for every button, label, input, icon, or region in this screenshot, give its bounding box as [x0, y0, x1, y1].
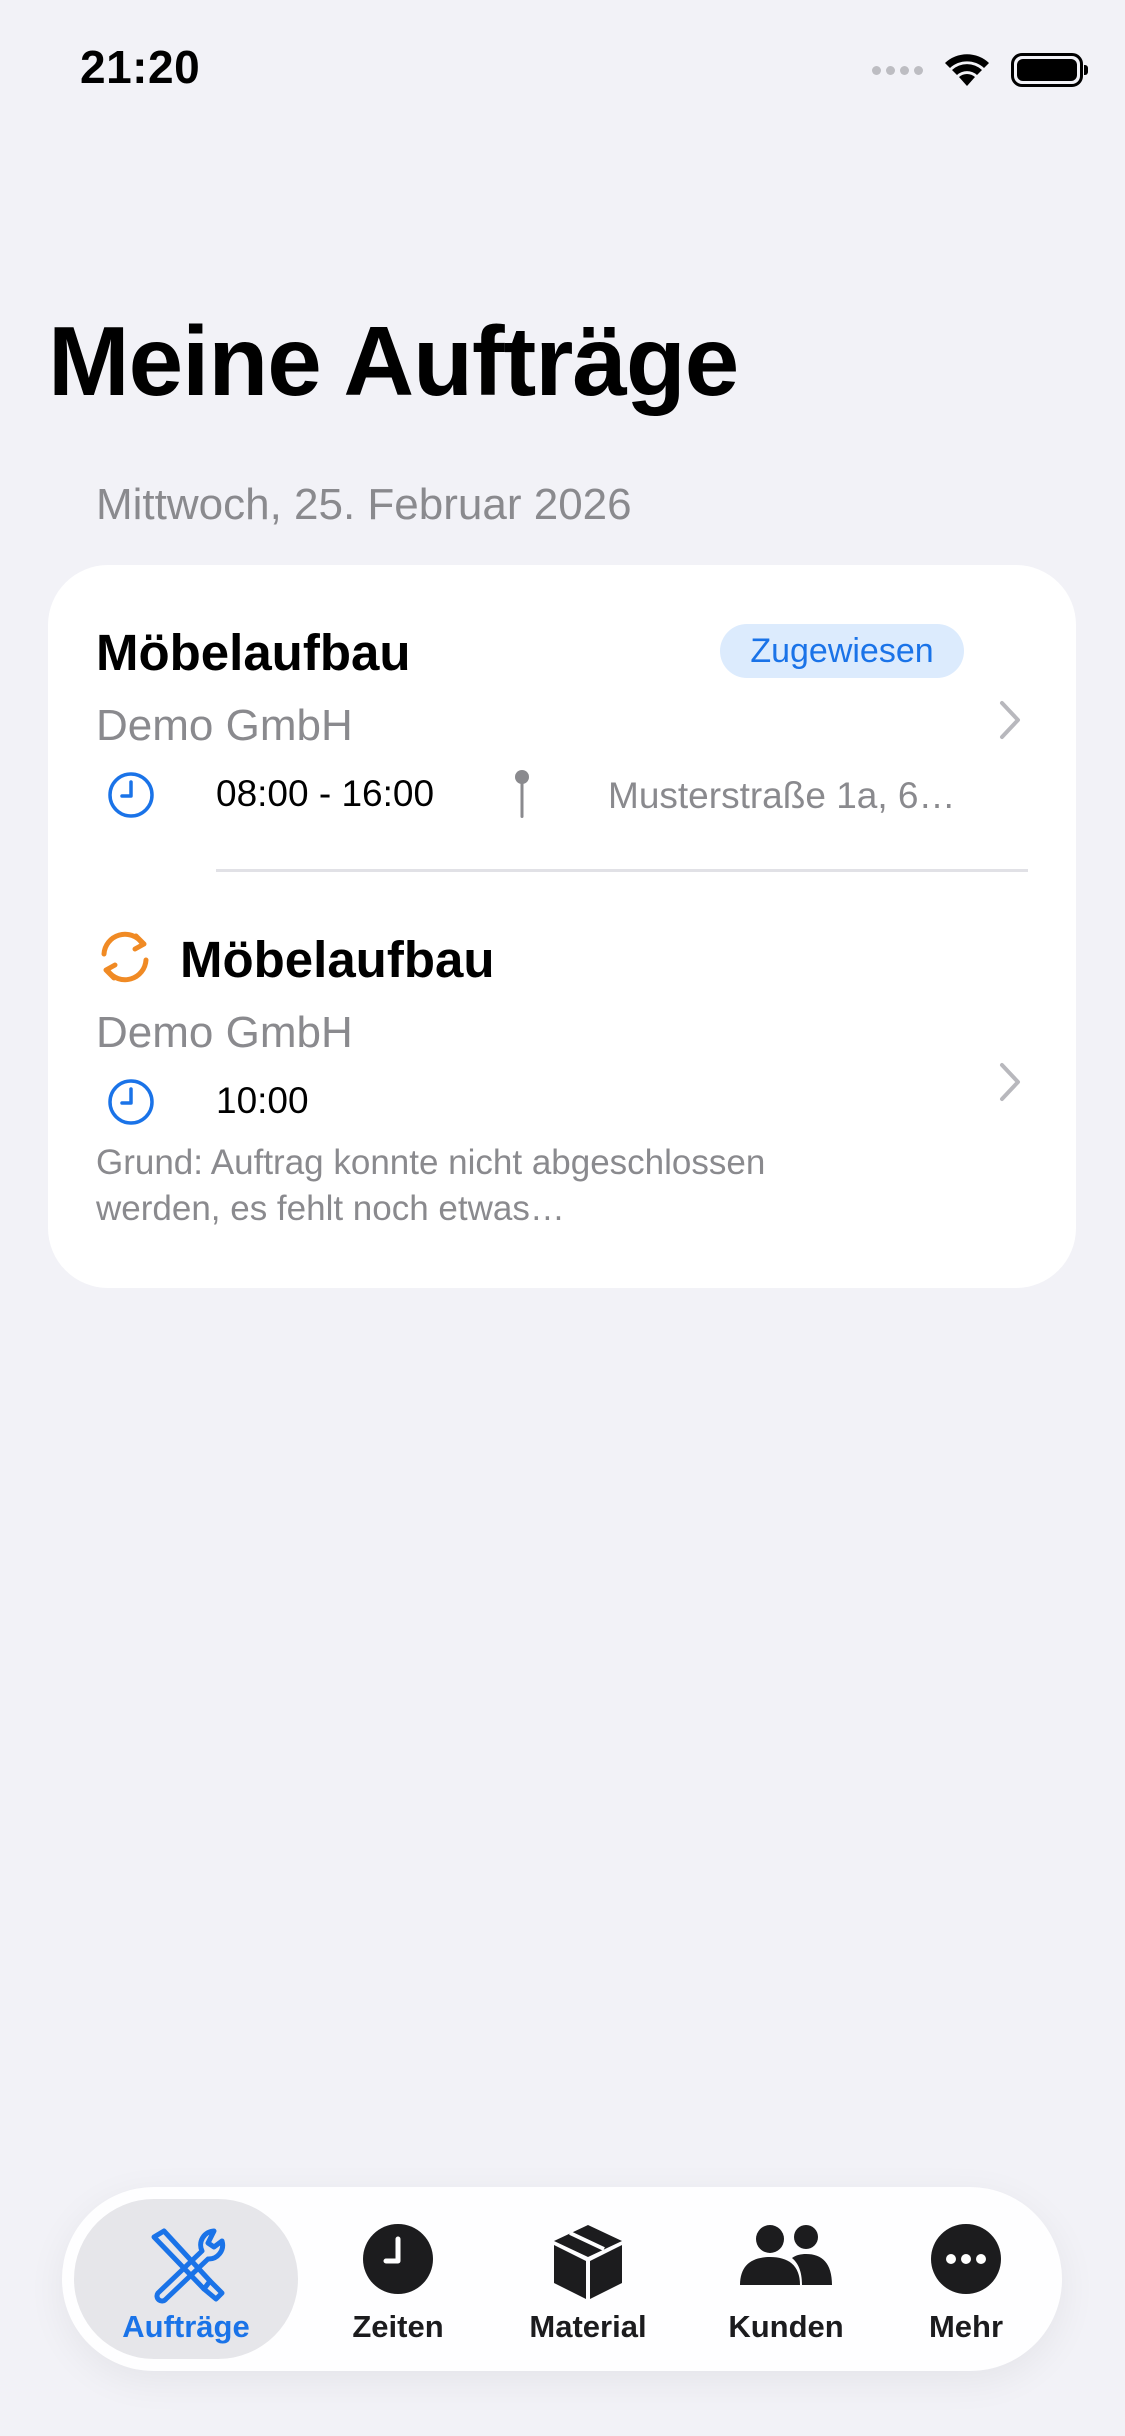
- clock-icon: [108, 1079, 154, 1125]
- page-title: Meine Aufträge: [48, 306, 739, 416]
- tools-icon: [151, 2228, 226, 2304]
- orders-list-card: Möbelaufbau Zugewiesen Demo GmbH 08:00 -…: [48, 565, 1076, 1288]
- wifi-icon: [945, 54, 989, 86]
- pin-icon: [515, 770, 529, 818]
- sync-icon: [101, 931, 149, 983]
- tab-mehr[interactable]: Mehr: [886, 2199, 1046, 2359]
- order-time: 10:00: [216, 1080, 309, 1121]
- chevron-right-icon: [1000, 1063, 1020, 1101]
- status-icons: [872, 50, 1088, 90]
- tab-label: Zeiten: [352, 2309, 444, 2344]
- tab-label: Mehr: [928, 2309, 1004, 2344]
- order-title: Möbelaufbau: [96, 624, 411, 681]
- order-company: Demo GmbH: [96, 701, 353, 750]
- order-reason: Grund: Auftrag konnte nicht abgeschlosse…: [96, 1143, 766, 1228]
- order-address: Musterstraße 1a, 6…: [608, 775, 956, 816]
- tab-label: Kunden: [728, 2309, 844, 2344]
- chevron-right-icon: [1000, 701, 1020, 739]
- tab-bar: Aufträge Zeiten Material Kunden Mehr: [62, 2187, 1062, 2371]
- cellular-signal-icon: [872, 65, 923, 75]
- status-time: 21:20: [80, 41, 201, 93]
- tab-auftraege[interactable]: Aufträge: [74, 2199, 298, 2359]
- status-bar: 21:20: [0, 0, 1125, 140]
- tab-label: Material: [529, 2309, 647, 2344]
- tab-kunden[interactable]: Kunden: [698, 2199, 874, 2359]
- tab-material[interactable]: Material: [498, 2199, 678, 2359]
- more-icon: [931, 2224, 1001, 2294]
- tab-label: Aufträge: [122, 2309, 250, 2344]
- people-icon: [740, 2225, 832, 2285]
- box-icon: [554, 2225, 622, 2299]
- battery-icon: [1011, 53, 1088, 87]
- section-date-header: Mittwoch, 25. Februar 2026: [96, 480, 632, 529]
- status-badge: Zugewiesen: [720, 624, 964, 678]
- order-row-2[interactable]: Möbelaufbau Demo GmbH 10:00 Grund: Auftr…: [48, 872, 1076, 1288]
- clock-icon: [108, 772, 154, 818]
- order-time: 08:00 - 16:00: [216, 773, 435, 814]
- clock-filled-icon: [363, 2224, 433, 2294]
- order-row-1[interactable]: Möbelaufbau Zugewiesen Demo GmbH 08:00 -…: [48, 565, 1076, 869]
- order-title: Möbelaufbau: [180, 931, 495, 988]
- tab-zeiten[interactable]: Zeiten: [318, 2199, 478, 2359]
- order-company: Demo GmbH: [96, 1008, 353, 1057]
